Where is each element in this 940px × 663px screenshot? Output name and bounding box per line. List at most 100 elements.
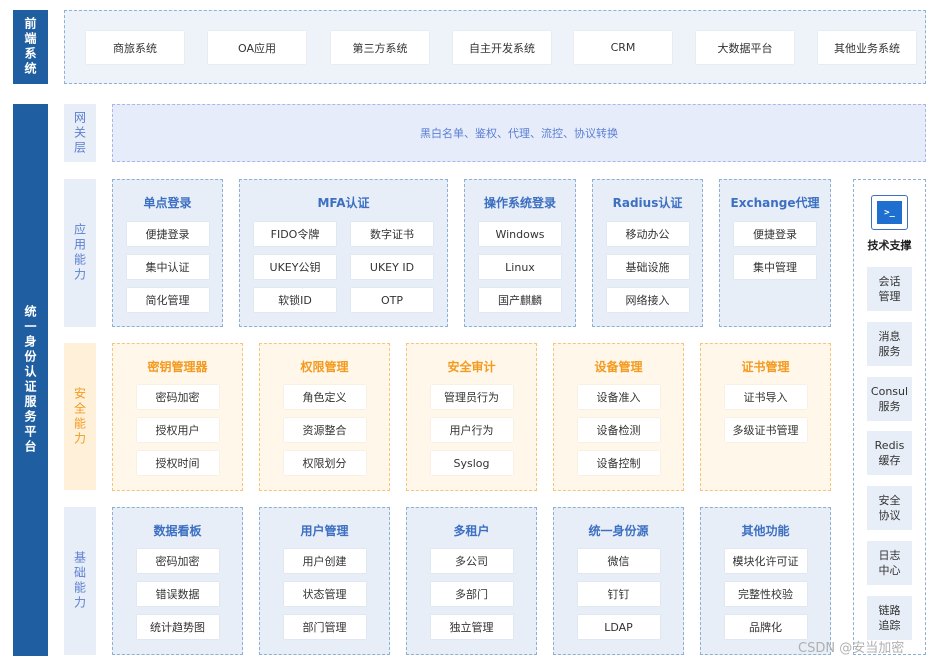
tech-item-line: 追踪 — [878, 618, 901, 632]
gateway-label: 网关层 — [64, 104, 96, 162]
security-feature-item[interactable]: 用户行为 — [430, 418, 513, 442]
tech-item-line: 管理 — [878, 290, 901, 303]
basic-feature-item[interactable]: 用户创建 — [283, 549, 366, 573]
security-card-title: 设备管理 — [594, 360, 643, 374]
tech-support-item[interactable]: 消息 服务 — [867, 321, 912, 366]
watermark: CSDN @安当加密 — [798, 641, 905, 656]
tech-support-item[interactable]: 链路 追踪 — [867, 595, 912, 640]
app-card-title: 单点登录 — [143, 196, 192, 210]
app-card-title: 操作系统登录 — [483, 196, 556, 210]
app-feature-item[interactable]: 软锁ID — [254, 288, 336, 312]
tech-item-line: 服务 — [878, 344, 901, 358]
gateway-bar: 黑白名单、鉴权、代理、流控、协议转换 — [112, 104, 926, 162]
security-card-title: 权限管理 — [300, 360, 349, 374]
basic-feature-item[interactable]: 错误数据 — [136, 582, 219, 606]
basic-card-title: 多租户 — [453, 524, 490, 538]
tech-support-title: 技术支撑 — [867, 239, 912, 252]
front-system-item[interactable]: CRM — [574, 31, 672, 64]
app-feature-item[interactable]: Linux — [479, 255, 561, 279]
app-feature-item[interactable]: UKEY公钥 — [254, 255, 336, 279]
security-feature-item[interactable]: 权限划分 — [283, 451, 366, 475]
tech-item-line: 缓存 — [878, 454, 901, 468]
tech-item-line: 会话 — [878, 275, 901, 288]
tech-support-item[interactable]: 安全 协议 — [867, 486, 912, 531]
front-system-item[interactable]: 自主开发系统 — [453, 31, 551, 64]
app-card-title: Radius认证 — [612, 196, 683, 210]
basic-feature-item[interactable]: 多公司 — [430, 549, 513, 573]
app-feature-item[interactable]: Windows — [479, 222, 561, 246]
basic-card-title: 用户管理 — [300, 524, 349, 538]
app-feature-item[interactable]: FIDO令牌 — [254, 222, 336, 246]
basic-feature-item[interactable]: 微信 — [577, 549, 660, 573]
front-system-label: 前端系统 — [13, 10, 48, 84]
security-card-title: 密钥管理器 — [147, 360, 208, 374]
tech-item-line: 协议 — [878, 509, 901, 523]
basic-card-title: 数据看板 — [153, 524, 202, 538]
app-feature-item[interactable]: 网络接入 — [606, 288, 689, 312]
app-capability-label: 应用能力 — [64, 179, 96, 327]
basic-feature-item[interactable]: 独立管理 — [430, 615, 513, 639]
tech-support-item[interactable]: 会话 管理 — [867, 267, 912, 311]
front-system-item[interactable]: 第三方系统 — [331, 31, 429, 64]
basic-feature-item[interactable]: 密码加密 — [136, 549, 219, 573]
app-feature-item[interactable]: 集中管理 — [734, 255, 816, 279]
basic-feature-item[interactable]: LDAP — [577, 615, 660, 639]
app-feature-item[interactable]: OTP — [351, 288, 433, 312]
app-feature-item[interactable]: 集中认证 — [126, 255, 209, 279]
front-system-item[interactable]: 大数据平台 — [696, 31, 794, 64]
security-feature-item[interactable]: 授权时间 — [136, 451, 219, 475]
security-feature-item[interactable]: 资源整合 — [283, 418, 366, 442]
app-feature-item[interactable]: 简化管理 — [126, 288, 209, 312]
security-feature-item[interactable]: 设备准入 — [577, 385, 660, 409]
tech-item-line: 服务 — [878, 399, 901, 413]
tech-item-line: Consul — [870, 384, 909, 398]
tech-support-item[interactable]: Consul 服务 — [867, 376, 912, 421]
platform-label: 统一身份认证服务平台 — [13, 104, 48, 656]
app-feature-item[interactable]: 便捷登录 — [126, 222, 209, 246]
basic-feature-item[interactable]: 完整性校验 — [724, 582, 807, 606]
security-feature-item[interactable]: 密码加密 — [136, 385, 219, 409]
tech-item-line: Redis — [874, 439, 905, 453]
basic-feature-item[interactable]: 多部门 — [430, 582, 513, 606]
security-feature-item[interactable]: 证书导入 — [724, 385, 807, 409]
front-system-item[interactable]: 商旅系统 — [86, 31, 184, 64]
tech-support-item[interactable]: Redis 缓存 — [867, 431, 912, 476]
security-feature-item[interactable]: 管理员行为 — [430, 385, 513, 409]
basic-feature-item[interactable]: 品牌化 — [724, 615, 807, 639]
tech-item-line: 消息 — [878, 329, 901, 343]
basic-feature-item[interactable]: 模块化许可证 — [724, 549, 807, 573]
security-capability-label: 安全能力 — [64, 343, 96, 490]
security-feature-item[interactable]: 设备检测 — [577, 418, 660, 442]
basic-feature-item[interactable]: 状态管理 — [283, 582, 366, 606]
front-system-item[interactable]: 其他业务系统 — [818, 31, 916, 64]
app-card-title: MFA认证 — [317, 196, 370, 210]
tech-support-item[interactable]: 日志 中心 — [867, 541, 912, 585]
front-system-item[interactable]: OA应用 — [208, 31, 306, 64]
tech-item-line: 链路 — [878, 603, 901, 617]
basic-feature-item[interactable]: 统计趋势图 — [136, 615, 219, 639]
tech-item-line: 中心 — [878, 564, 901, 577]
basic-feature-item[interactable]: 钉钉 — [577, 582, 660, 606]
basic-card-title: 统一身份源 — [588, 524, 649, 538]
app-feature-item[interactable]: 便捷登录 — [734, 222, 816, 246]
basic-feature-item[interactable]: 部门管理 — [283, 615, 366, 639]
security-feature-item[interactable]: Syslog — [430, 451, 513, 475]
basic-capability-label: 基础能力 — [64, 507, 96, 655]
app-feature-item[interactable]: UKEY ID — [351, 255, 433, 279]
app-feature-item[interactable]: 国产麒麟 — [479, 288, 561, 312]
app-card-title: Exchange代理 — [730, 196, 820, 210]
app-feature-item[interactable]: 基础设施 — [606, 255, 689, 279]
gateway-text: 黑白名单、鉴权、代理、流控、协议转换 — [420, 127, 618, 140]
app-feature-item[interactable]: 移动办公 — [606, 222, 689, 246]
basic-card-title: 其他功能 — [741, 524, 790, 538]
security-feature-item[interactable]: 设备控制 — [577, 451, 660, 475]
security-feature-item[interactable]: 授权用户 — [136, 418, 219, 442]
tech-item-line: 日志 — [878, 549, 901, 562]
app-feature-item[interactable]: 数字证书 — [351, 222, 433, 246]
terminal-glyph: >_ — [877, 201, 902, 224]
security-card-title: 安全审计 — [447, 360, 496, 374]
tech-item-line: 安全 — [878, 494, 901, 508]
security-feature-item[interactable]: 角色定义 — [283, 385, 366, 409]
terminal-icon: >_ — [871, 195, 908, 230]
security-feature-item[interactable]: 多级证书管理 — [724, 418, 807, 442]
